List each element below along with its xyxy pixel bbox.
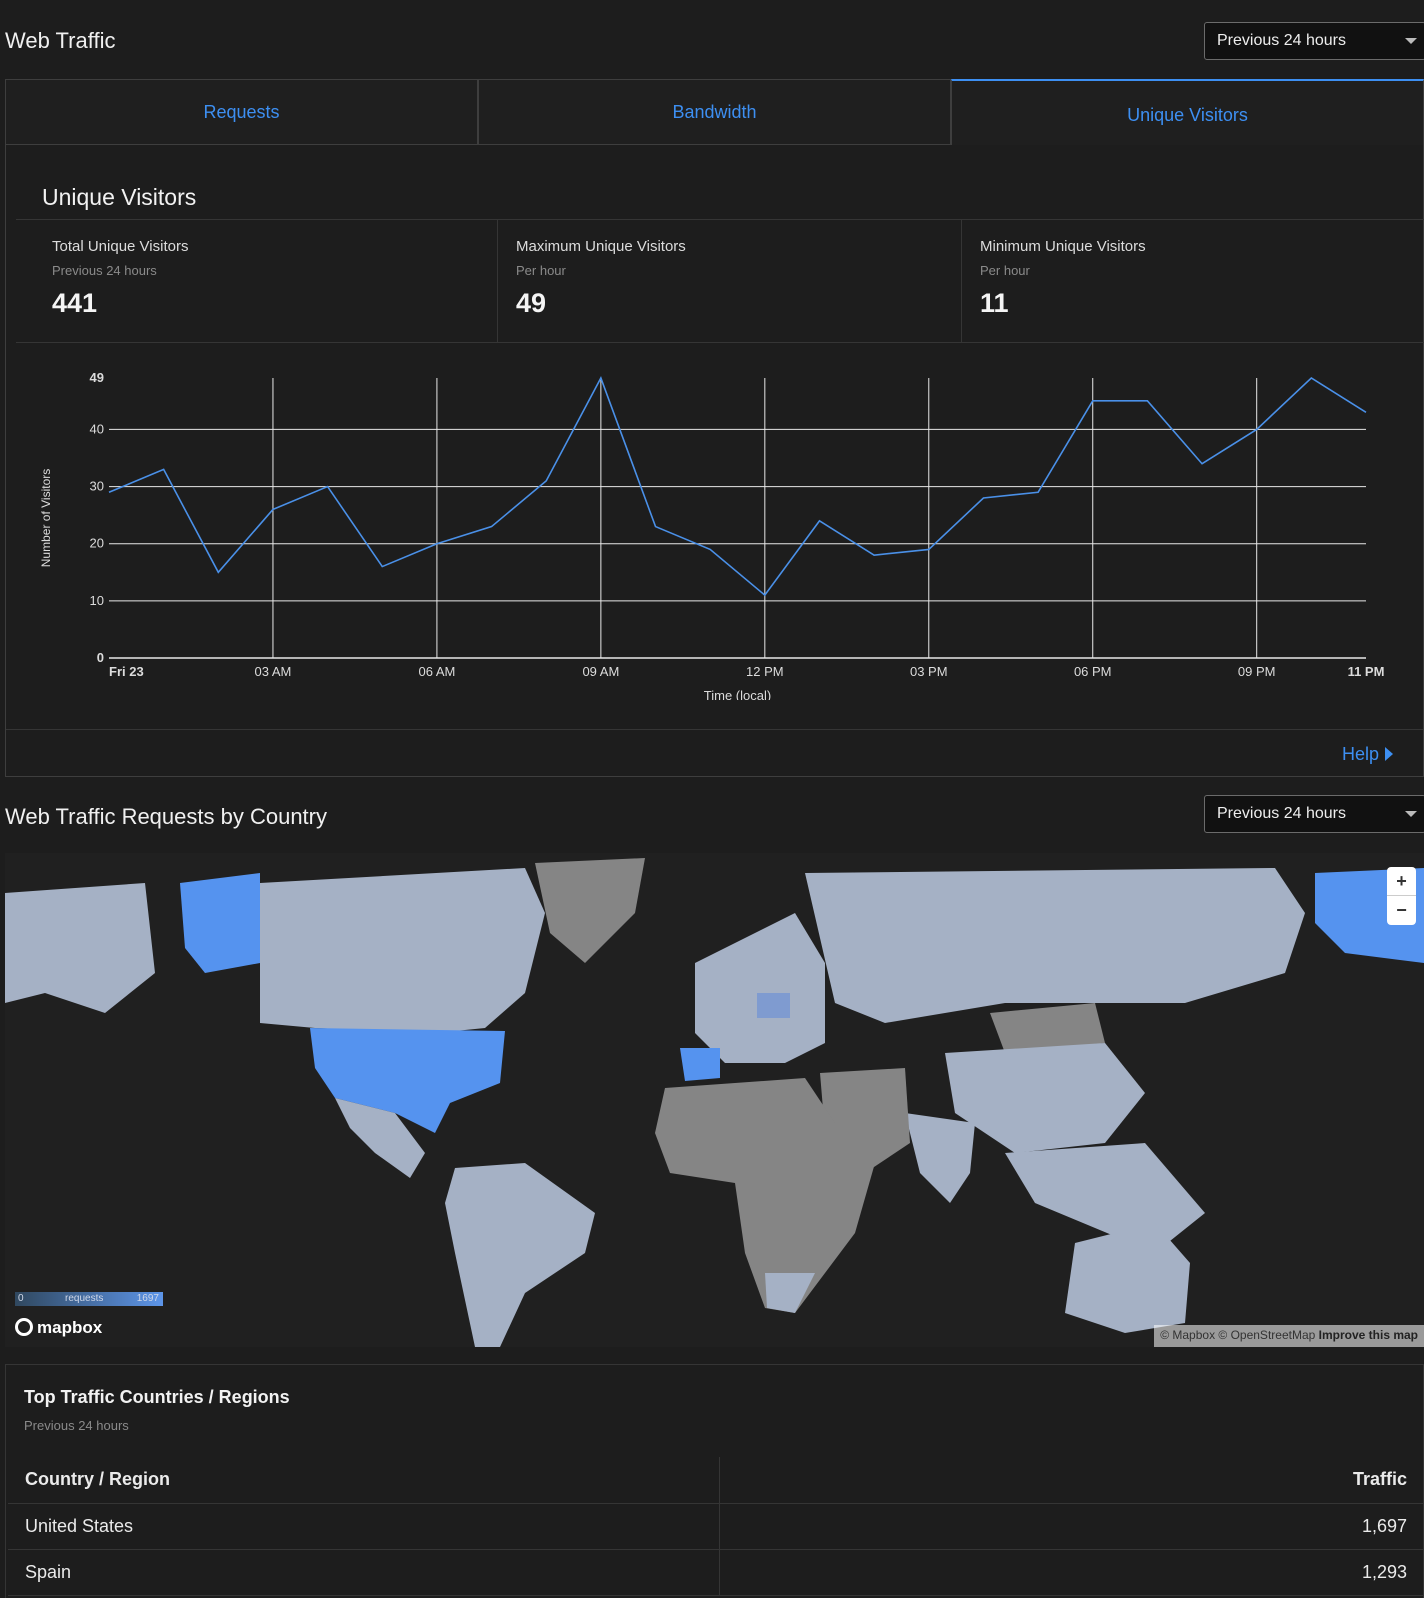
stat-value: 11: [980, 288, 1009, 318]
stat-sub: Per hour: [516, 263, 566, 278]
alaska-region: [180, 873, 260, 973]
traffic-cell: 1,697: [719, 1503, 1423, 1550]
stat-label: Maximum Unique Visitors: [516, 238, 686, 255]
help-link[interactable]: Help: [1342, 744, 1393, 765]
chevron-down-icon: [1405, 38, 1417, 44]
zoom-in-button[interactable]: +: [1387, 867, 1416, 896]
time-range-value: Previous 24 hours: [1217, 32, 1346, 49]
tabs: Requests Bandwidth Unique Visitors: [5, 79, 1424, 145]
y-tick-label: 40: [90, 421, 104, 436]
x-tick-label: Fri 23: [109, 664, 144, 679]
stats-row: Total Unique Visitors Previous 24 hours …: [16, 219, 1424, 343]
legend-label: requests: [65, 1293, 104, 1304]
map-legend: 0 requests 1697: [15, 1292, 163, 1306]
mapbox-icon: [15, 1318, 33, 1336]
x-tick-label: 12 PM: [746, 664, 784, 679]
map-attribution: © Mapbox © OpenStreetMap Improve this ma…: [1154, 1325, 1424, 1347]
table-row: Spain 1,293: [8, 1549, 1423, 1596]
x-tick-label: 06 PM: [1074, 664, 1112, 679]
europe-region: [695, 913, 825, 1063]
legend-min: 0: [18, 1293, 24, 1304]
x-axis-label: Time (local): [704, 688, 771, 700]
y-tick-label: 30: [90, 479, 104, 494]
countries-title: Top Traffic Countries / Regions: [24, 1387, 290, 1407]
poland-region: [757, 993, 790, 1018]
countries-subtitle: Previous 24 hours: [24, 1418, 129, 1433]
country-cell: Spain: [8, 1549, 720, 1596]
canada-region: [260, 868, 545, 1033]
table-header: Country / Region Traffic: [8, 1457, 1423, 1504]
west-hemisphere-land: [5, 883, 155, 1013]
usa-region: [310, 1028, 505, 1133]
y-tick-label: 0: [97, 650, 104, 665]
y-axis-label: Number of Visitors: [39, 469, 53, 567]
stat-value: 441: [52, 288, 98, 318]
chevron-down-icon: [1405, 811, 1417, 817]
tab-bandwidth[interactable]: Bandwidth: [478, 79, 951, 145]
improve-map-link[interactable]: Improve this map: [1319, 1328, 1418, 1342]
time-range-value: Previous 24 hours: [1217, 805, 1346, 822]
x-tick-label: 03 PM: [910, 664, 948, 679]
traffic-cell: 1,293: [719, 1549, 1423, 1596]
panel-title: Unique Visitors: [42, 184, 197, 210]
map-canvas: [5, 858, 1424, 1347]
tab-unique-visitors[interactable]: Unique Visitors: [951, 79, 1424, 145]
column-country[interactable]: Country / Region: [8, 1457, 720, 1504]
time-range-select[interactable]: Previous 24 hours: [1204, 22, 1424, 60]
x-tick-label: 06 AM: [418, 664, 455, 679]
zoom-controls: + −: [1387, 867, 1416, 925]
y-tick-label: 49: [90, 370, 104, 385]
mapbox-logo[interactable]: mapbox: [15, 1318, 102, 1338]
page-title: Web Traffic: [5, 28, 116, 53]
russia-region: [805, 868, 1305, 1023]
help-label: Help: [1341, 744, 1379, 764]
unique-visitors-chart: 0 10 20 30 40 49 Fri 23 03 AM 06 AM 09 AM 12 PM 03 …: [39, 370, 1385, 700]
stat-label: Minimum Unique Visitors: [980, 238, 1146, 255]
y-tick-label: 20: [90, 536, 104, 551]
countries-table: Country / Region Traffic United States 1…: [8, 1457, 1423, 1596]
attribution-text[interactable]: © Mapbox © OpenStreetMap: [1160, 1328, 1315, 1342]
stat-minimum: Minimum Unique Visitors Per hour 11: [962, 220, 1424, 342]
table-row: United States 1,697: [8, 1503, 1423, 1550]
legend-max: 1697: [136, 1293, 159, 1304]
tab-requests[interactable]: Requests: [5, 79, 478, 145]
zoom-out-button[interactable]: −: [1387, 896, 1416, 925]
x-tick-label: 09 AM: [582, 664, 619, 679]
greenland-region: [535, 858, 645, 963]
stat-label: Total Unique Visitors: [52, 238, 189, 255]
map-time-range-select[interactable]: Previous 24 hours: [1204, 795, 1424, 833]
mapbox-wordmark: mapbox: [37, 1318, 103, 1337]
country-cell: United States: [8, 1503, 720, 1550]
x-tick-label: 11 PM: [1348, 664, 1385, 679]
world-map[interactable]: + − 0 requests 1697 mapbox © Mapbox © Op…: [5, 853, 1424, 1347]
top-countries-panel: Top Traffic Countries / Regions Previous…: [5, 1364, 1424, 1598]
india-region: [905, 1113, 975, 1203]
stat-sub: Previous 24 hours: [52, 263, 157, 278]
spain-region: [680, 1048, 720, 1081]
x-tick-label: 03 AM: [255, 664, 292, 679]
column-traffic[interactable]: Traffic: [719, 1457, 1423, 1504]
south-america-region: [445, 1163, 595, 1347]
map-section-title: Web Traffic Requests by Country: [5, 804, 327, 829]
stat-maximum: Maximum Unique Visitors Per hour 49: [498, 220, 962, 342]
china-region: [945, 1043, 1145, 1153]
stat-value: 49: [516, 288, 547, 318]
y-tick-label: 10: [90, 593, 104, 608]
divider: [6, 729, 1423, 730]
x-tick-label: 09 PM: [1238, 664, 1276, 679]
stat-total: Total Unique Visitors Previous 24 hours …: [16, 220, 498, 342]
stat-sub: Per hour: [980, 263, 1030, 278]
caret-right-icon: [1385, 747, 1393, 761]
